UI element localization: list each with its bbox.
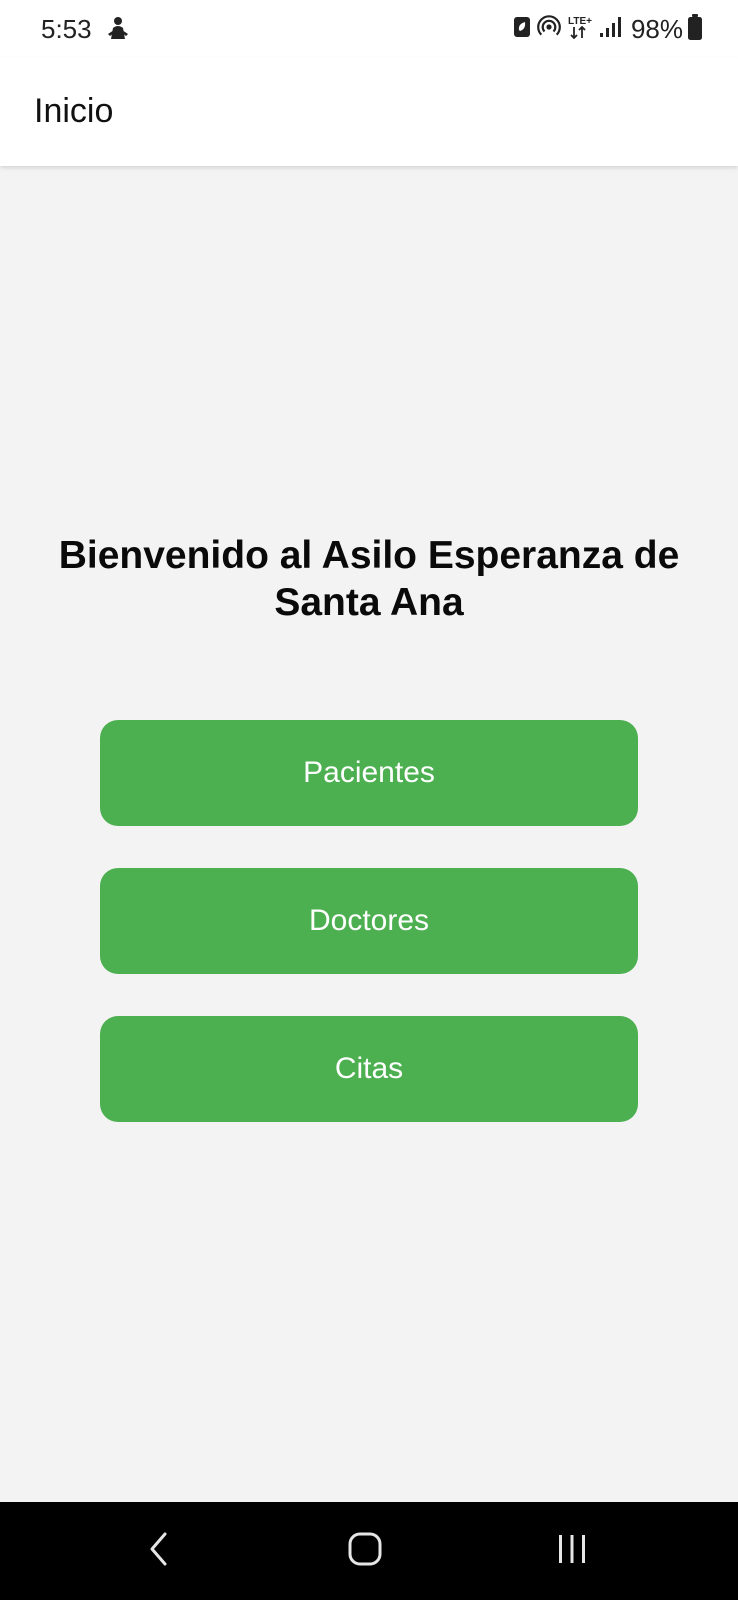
lte-label: LTE+ — [568, 16, 592, 27]
welcome-heading: Bienvenido al Asilo Esperanza de Santa A… — [58, 534, 680, 624]
status-bar: 5:53 LTE+ 98% — [0, 0, 738, 58]
recent-apps-icon — [555, 1532, 589, 1571]
pacientes-button[interactable]: Pacientes — [100, 720, 638, 826]
hotspot-icon — [537, 14, 561, 44]
home-button[interactable] — [341, 1528, 389, 1574]
system-nav-bar — [0, 1502, 738, 1600]
page-title: Inicio — [34, 92, 114, 130]
battery-percent: 98% — [630, 14, 683, 44]
back-icon — [147, 1531, 171, 1572]
app-bar: Inicio — [0, 58, 738, 166]
status-time: 5:53 — [41, 14, 92, 44]
recent-apps-button[interactable] — [548, 1528, 596, 1574]
doctores-button[interactable]: Doctores — [100, 868, 638, 974]
battery-icon — [688, 13, 702, 45]
notification-icon — [106, 15, 130, 41]
main-content: Bienvenido al Asilo Esperanza de Santa A… — [0, 166, 738, 1502]
signal-icon — [599, 16, 621, 43]
citas-button[interactable]: Citas — [100, 1016, 638, 1122]
back-button[interactable] — [135, 1528, 183, 1574]
home-icon — [347, 1531, 383, 1572]
lte-icon: LTE+ — [567, 14, 593, 45]
battery-saver-icon — [513, 15, 531, 44]
status-icons: LTE+ 98% — [513, 13, 702, 45]
